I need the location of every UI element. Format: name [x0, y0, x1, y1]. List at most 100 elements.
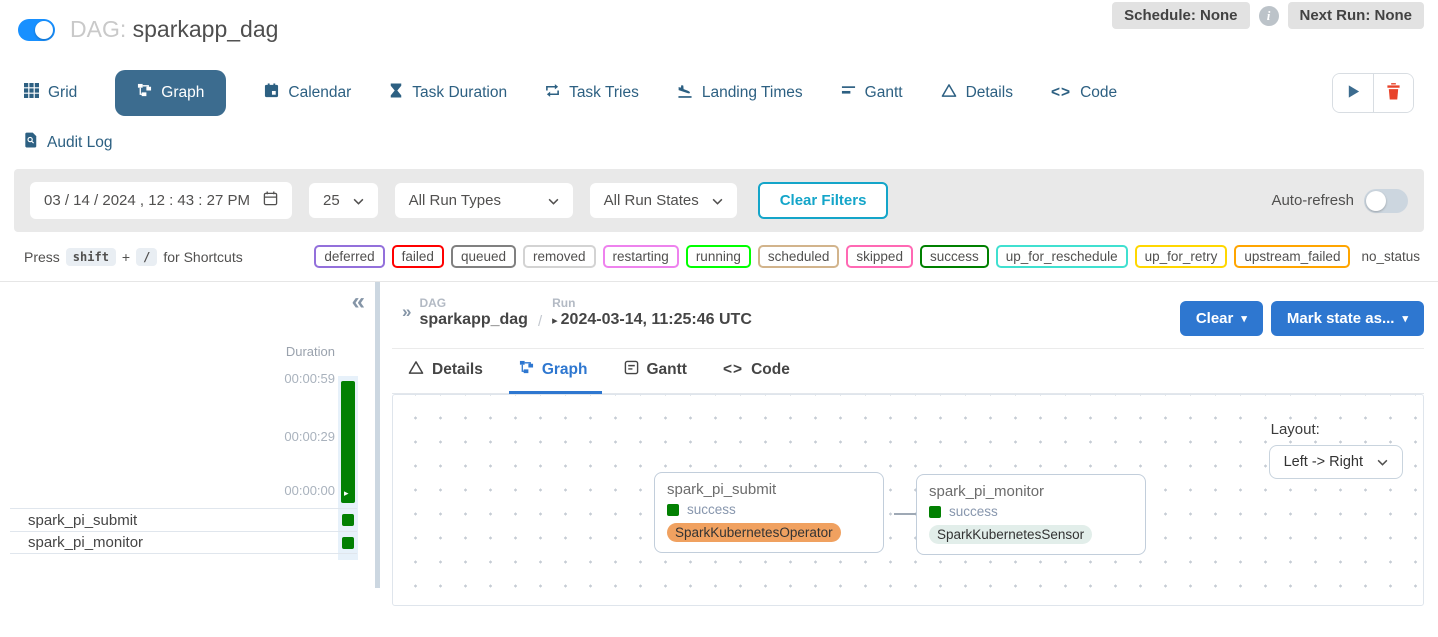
state-badge-scheduled[interactable]: scheduled	[758, 245, 840, 268]
clear-run-button[interactable]: Clear ▾	[1180, 301, 1263, 336]
audit-log-icon	[24, 132, 38, 153]
graph-node-spark-pi-submit[interactable]: spark_pi_submit success SparkKubernetesO…	[654, 472, 884, 553]
caret-down-icon: ▾	[1402, 312, 1408, 325]
tab-details[interactable]: Details	[941, 83, 1013, 103]
dag-run-duration-bar[interactable]	[341, 381, 355, 503]
run-tab-code[interactable]: <> Code	[723, 360, 790, 393]
tab-code[interactable]: <> Code	[1051, 84, 1117, 102]
state-badge-running[interactable]: running	[686, 245, 751, 268]
code-icon: <>	[1051, 84, 1071, 102]
breadcrumb-chevrons-icon[interactable]: »	[402, 302, 409, 322]
run-tab-details[interactable]: Details	[408, 360, 483, 393]
tab-label: Details	[966, 84, 1013, 102]
tab-gantt[interactable]: Gantt	[841, 83, 903, 103]
tab-task-tries[interactable]: Task Tries	[545, 83, 639, 103]
tab-label: Code	[751, 361, 790, 379]
state-badge-skipped[interactable]: skipped	[846, 245, 913, 268]
axis-tick: 00:00:29	[284, 429, 335, 444]
run-states-select[interactable]: All Run States	[590, 183, 737, 218]
info-icon[interactable]: i	[1259, 6, 1279, 26]
graph-node-spark-pi-monitor[interactable]: spark_pi_monitor success SparkKubernetes…	[916, 474, 1146, 555]
toggle-knob	[35, 21, 53, 39]
task-name: spark_pi_submit	[28, 512, 137, 529]
run-type-icon: ▸	[552, 315, 558, 327]
tab-audit-log[interactable]: Audit Log	[24, 132, 113, 153]
run-types-select[interactable]: All Run Types	[395, 183, 573, 218]
run-datetime-input[interactable]: 03 / 14 / 2024 , 12 : 43 : 27 PM	[30, 182, 292, 219]
task-row-spark-pi-monitor[interactable]: spark_pi_monitor	[10, 531, 357, 554]
grid-icon	[24, 83, 39, 103]
run-tab-gantt[interactable]: Gantt	[624, 360, 687, 393]
graph-canvas[interactable]: Layout: Left -> Right spark_pi_submit su…	[392, 394, 1424, 606]
breadcrumb-run-value: ▸2024-03-14, 11:25:46 UTC	[552, 311, 752, 329]
chevron-down-icon	[712, 192, 723, 209]
play-icon	[1346, 84, 1361, 102]
axis-tick: 00:00:59	[284, 371, 335, 386]
task-instance-square[interactable]	[342, 537, 354, 549]
node-title: spark_pi_submit	[667, 481, 871, 498]
run-types-value: All Run Types	[409, 192, 501, 209]
duration-axis-label: Duration	[286, 344, 335, 359]
state-badge-deferred[interactable]: deferred	[314, 245, 384, 268]
tab-label: Task Duration	[412, 84, 507, 102]
gantt-icon	[624, 360, 639, 380]
state-legend: deferred failed queued removed restartin…	[314, 245, 1420, 268]
layout-select[interactable]: Left -> Right	[1269, 445, 1403, 479]
run-marker-icon: ▸	[344, 489, 349, 498]
run-panel: » DAG sparkapp_dag / Run ▸2024-03-14, 11…	[380, 282, 1438, 588]
auto-refresh-toggle[interactable]	[1364, 189, 1408, 213]
trash-icon	[1386, 83, 1401, 103]
state-badge-failed[interactable]: failed	[392, 245, 444, 268]
task-name: spark_pi_monitor	[28, 534, 143, 551]
collapse-panel-icon[interactable]: «	[352, 290, 365, 314]
graph-edge	[894, 513, 917, 515]
triangle-icon	[941, 83, 957, 103]
tab-label: Code	[1080, 84, 1117, 102]
tab-grid[interactable]: Grid	[24, 83, 77, 103]
mark-state-button[interactable]: Mark state as... ▾	[1271, 301, 1424, 336]
state-badge-up-for-reschedule[interactable]: up_for_reschedule	[996, 245, 1128, 268]
trigger-dag-button[interactable]	[1333, 74, 1373, 112]
node-title: spark_pi_monitor	[929, 483, 1133, 500]
shift-key-chip: shift	[66, 248, 116, 266]
node-state-square	[929, 506, 941, 518]
state-badge-upstream-failed[interactable]: upstream_failed	[1234, 245, 1350, 268]
state-badge-success[interactable]: success	[920, 245, 989, 268]
delete-dag-button[interactable]	[1373, 74, 1413, 112]
breadcrumb-separator: /	[538, 313, 542, 330]
tab-label: Graph	[161, 84, 204, 102]
breadcrumb-dag[interactable]: DAG sparkapp_dag	[419, 296, 527, 329]
state-badge-queued[interactable]: queued	[451, 245, 516, 268]
run-tab-graph[interactable]: Graph	[519, 360, 588, 393]
run-header: » DAG sparkapp_dag / Run ▸2024-03-14, 11…	[392, 296, 1424, 349]
dag-pause-toggle[interactable]	[18, 19, 55, 41]
triangle-icon	[408, 360, 424, 380]
caret-down-icon: ▾	[1241, 312, 1247, 325]
tab-label: Graph	[542, 361, 588, 379]
node-state-square	[667, 504, 679, 516]
breadcrumb-run[interactable]: Run ▸2024-03-14, 11:25:46 UTC	[552, 296, 752, 329]
task-instance-square[interactable]	[342, 514, 354, 526]
state-badge-restarting[interactable]: restarting	[603, 245, 679, 268]
page-size-value: 25	[323, 192, 340, 209]
state-badge-up-for-retry[interactable]: up_for_retry	[1135, 245, 1228, 268]
tab-label: Landing Times	[702, 84, 803, 102]
grid-panel: « Duration 00:00:59 00:00:29 00:00:00 ▸ …	[0, 282, 375, 588]
tab-graph[interactable]: Graph	[115, 70, 226, 116]
clear-filters-button[interactable]: Clear Filters	[758, 182, 889, 219]
graph-icon	[137, 83, 152, 103]
state-badge-removed[interactable]: removed	[523, 245, 596, 268]
tab-landing-times[interactable]: Landing Times	[677, 83, 803, 103]
tab-label: Grid	[48, 84, 77, 102]
page-size-select[interactable]: 25	[309, 183, 378, 218]
graph-icon	[519, 360, 534, 380]
task-row-spark-pi-submit[interactable]: spark_pi_submit	[10, 508, 357, 531]
tab-task-duration[interactable]: Task Duration	[389, 83, 507, 103]
layout-value: Left -> Right	[1284, 454, 1363, 470]
breadcrumb-run-label: Run	[552, 296, 752, 310]
plane-landing-icon	[677, 83, 693, 103]
calendar-input-icon	[263, 191, 278, 210]
filter-bar: 03 / 14 / 2024 , 12 : 43 : 27 PM 25 All …	[14, 169, 1424, 232]
tab-calendar[interactable]: Calendar	[264, 83, 351, 103]
button-label: Mark state as...	[1287, 310, 1395, 327]
